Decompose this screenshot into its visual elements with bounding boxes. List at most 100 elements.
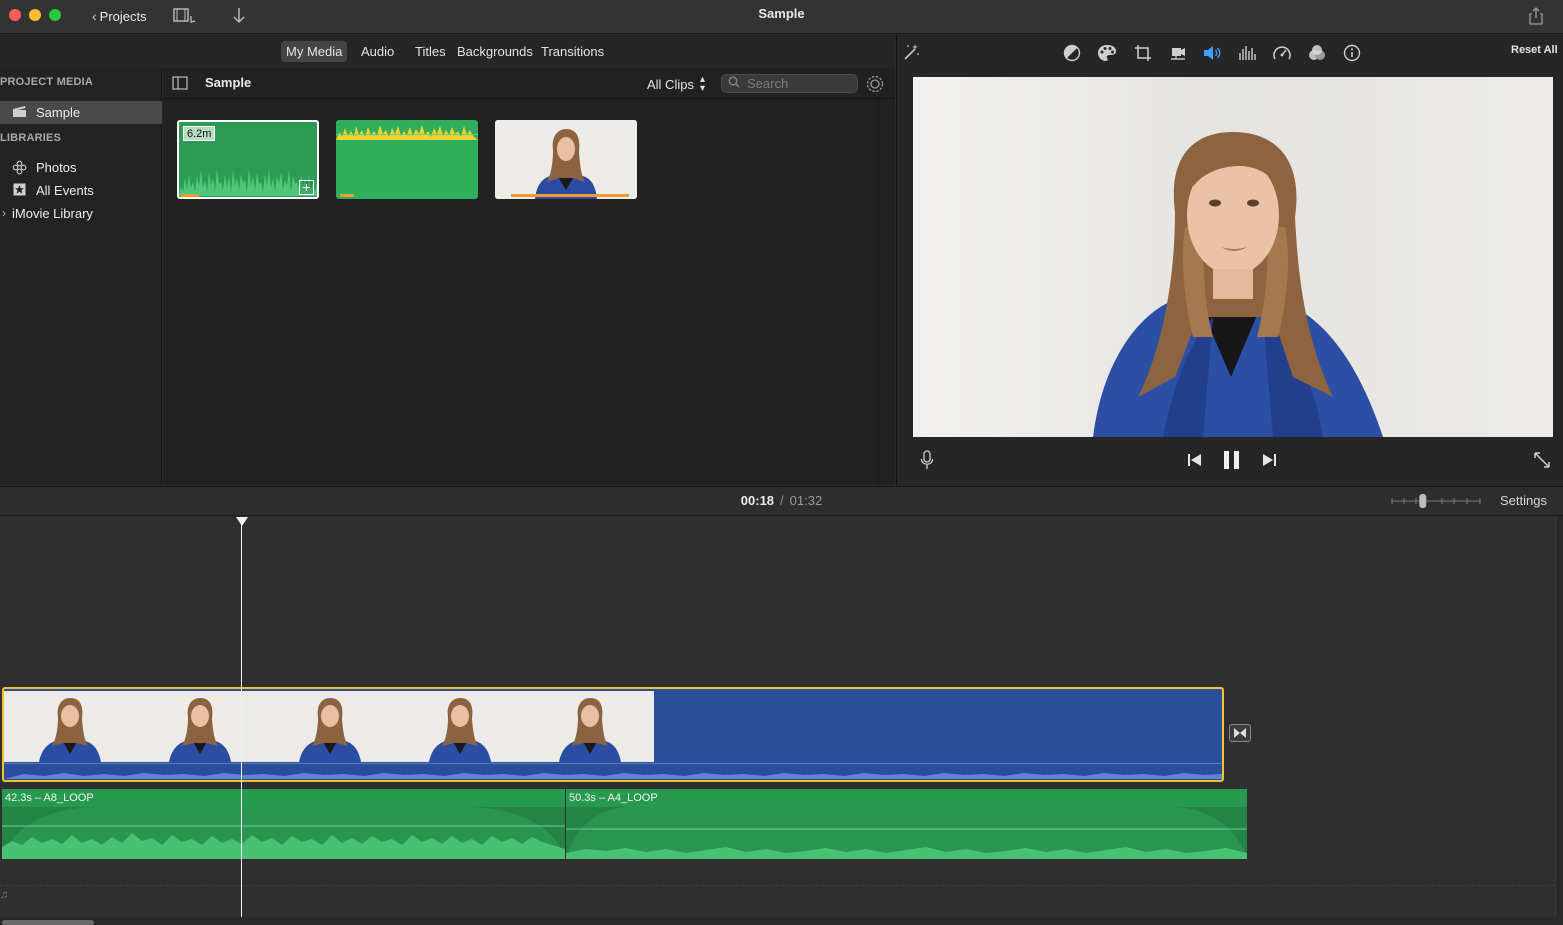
sidebar-item-sample[interactable]: Sample <box>0 101 162 124</box>
speed-icon[interactable] <box>1271 42 1293 64</box>
skip-back-icon[interactable] <box>1187 453 1203 470</box>
zoom-slider[interactable] <box>1390 494 1482 508</box>
clip-thumbnail <box>394 691 524 762</box>
all-clips-dropdown[interactable]: All Clips ▴ ▾ <box>647 74 705 94</box>
project-media-heading: PROJECT MEDIA <box>0 76 94 88</box>
tab-my-media[interactable]: My Media <box>281 41 348 62</box>
sidebar-item-label: All Events <box>36 183 94 198</box>
tab-transitions[interactable]: Transitions <box>536 41 609 62</box>
projects-button[interactable]: ‹ Projects <box>86 6 153 26</box>
updown-chevron-icon: ▴ ▾ <box>699 74 705 94</box>
video-preview[interactable] <box>913 77 1553 437</box>
browser-scroll-divider <box>878 99 879 485</box>
total-time: 01:32 <box>789 493 823 508</box>
stabilization-icon[interactable] <box>1167 42 1189 64</box>
media-browser: Sample All Clips ▴ ▾ Search 6.2m + <box>163 68 895 485</box>
magic-wand-icon[interactable] <box>901 42 921 65</box>
zoom-slider-track <box>1391 494 1481 508</box>
volume-icon[interactable] <box>1201 42 1223 64</box>
star-icon <box>12 183 27 198</box>
search-icon <box>728 76 740 91</box>
settings-button[interactable]: Settings <box>1500 493 1547 508</box>
gear-icon[interactable] <box>865 74 885 97</box>
media-clip-video[interactable] <box>495 120 637 199</box>
timeline-toolbar: 00:18 / 01:32 Settings <box>0 486 1563 516</box>
chevron-left-icon: ‹ <box>92 8 97 24</box>
pause-icon[interactable] <box>1222 450 1242 473</box>
browser-header: Sample All Clips ▴ ▾ Search <box>163 68 895 99</box>
audio-waveform <box>566 807 1247 859</box>
time-separator: / <box>780 493 784 508</box>
clip-thumbnail <box>4 691 134 762</box>
library-sidebar: PROJECT MEDIA Sample LIBRARIES Photos Al… <box>0 68 162 485</box>
audio-waveform <box>2 807 565 859</box>
music-well-divider <box>0 885 1555 886</box>
media-import-icon[interactable] <box>172 7 198 28</box>
share-icon[interactable] <box>1527 6 1545 29</box>
color-balance-icon[interactable] <box>1061 42 1083 64</box>
clip-thumbnail <box>524 691 654 762</box>
disclosure-chevron-icon[interactable]: › <box>2 202 6 225</box>
sidebar-item-all-events[interactable]: All Events <box>0 179 162 202</box>
media-clip-audio-2[interactable] <box>336 120 478 199</box>
clip-thumbnail <box>264 691 394 762</box>
waveform <box>336 125 478 140</box>
playhead[interactable] <box>241 517 242 917</box>
color-correction-icon[interactable] <box>1096 42 1118 64</box>
close-window-button[interactable] <box>9 9 21 21</box>
tab-titles[interactable]: Titles <box>410 41 451 62</box>
microphone-icon[interactable] <box>919 449 935 474</box>
clip-progress-marker <box>181 194 199 197</box>
music-note-icon: ♫ <box>0 889 9 901</box>
clip-duration-badge: 6.2m <box>183 126 216 141</box>
info-icon[interactable] <box>1341 42 1363 64</box>
clapperboard-icon <box>12 105 27 120</box>
crop-icon[interactable] <box>1132 42 1154 64</box>
skip-forward-icon[interactable] <box>1261 453 1277 470</box>
timeline-horizontal-scrollbar[interactable] <box>0 917 1563 925</box>
title-bar: ‹ Projects Sample <box>0 0 1563 34</box>
zoom-slider-knob[interactable] <box>1419 494 1427 508</box>
tab-audio[interactable]: Audio <box>356 41 399 62</box>
tab-backgrounds[interactable]: Backgrounds <box>452 41 538 62</box>
clip-volume-line <box>4 763 1222 764</box>
clip-progress-marker <box>340 194 354 197</box>
sidebar-item-label: Sample <box>36 105 81 120</box>
search-placeholder: Search <box>747 76 789 91</box>
clip-filter-icon[interactable] <box>1306 42 1328 64</box>
video-thumbnail <box>495 120 637 199</box>
search-field[interactable]: Search <box>721 74 858 93</box>
sidebar-item-label: Photos <box>36 160 77 175</box>
audio-clip-a8-loop[interactable]: 42.3s – A8_LOOP <box>2 789 565 859</box>
transition-icon[interactable] <box>1229 724 1251 742</box>
fullscreen-icon[interactable] <box>1533 451 1551 472</box>
libraries-heading: LIBRARIES <box>0 132 62 144</box>
reset-all-button[interactable]: Reset All <box>1511 44 1558 56</box>
sidebar-toggle-icon[interactable] <box>172 76 188 93</box>
sidebar-item-label: iMovie Library <box>12 206 93 221</box>
video-frame <box>913 77 1553 437</box>
scrollbar-thumb[interactable] <box>2 920 94 925</box>
import-arrow-icon[interactable] <box>231 6 247 29</box>
minimize-window-button[interactable] <box>29 9 41 21</box>
clip-thumbnail <box>134 691 264 762</box>
noise-reduction-icon[interactable] <box>1236 42 1258 64</box>
projects-label: Projects <box>99 8 147 24</box>
browser-title: Sample <box>205 75 252 90</box>
current-time: 00:18 <box>740 493 775 508</box>
timeline[interactable]: 42.3s – A8_LOOP 50.3s – A4_LOOP ♫ <box>0 517 1555 917</box>
clip-audio-waveform <box>4 773 1222 779</box>
add-clip-button[interactable]: + <box>299 180 314 195</box>
timeline-vertical-scrollbar[interactable] <box>1555 517 1563 917</box>
playhead-handle[interactable] <box>236 517 248 526</box>
media-clip-audio-1[interactable]: 6.2m + <box>177 120 319 199</box>
zoom-window-button[interactable] <box>49 9 61 21</box>
sidebar-item-imovie-library[interactable]: › iMovie Library <box>0 202 162 225</box>
all-clips-label: All Clips <box>647 76 694 92</box>
timecode-display: 00:18 / 01:32 <box>0 493 1563 508</box>
sidebar-item-photos[interactable]: Photos <box>0 156 162 179</box>
video-clip-timeline[interactable] <box>2 687 1224 782</box>
audio-clip-a4-loop[interactable]: 50.3s – A4_LOOP <box>566 789 1247 859</box>
photos-flower-icon <box>12 160 27 175</box>
waveform <box>179 168 317 196</box>
